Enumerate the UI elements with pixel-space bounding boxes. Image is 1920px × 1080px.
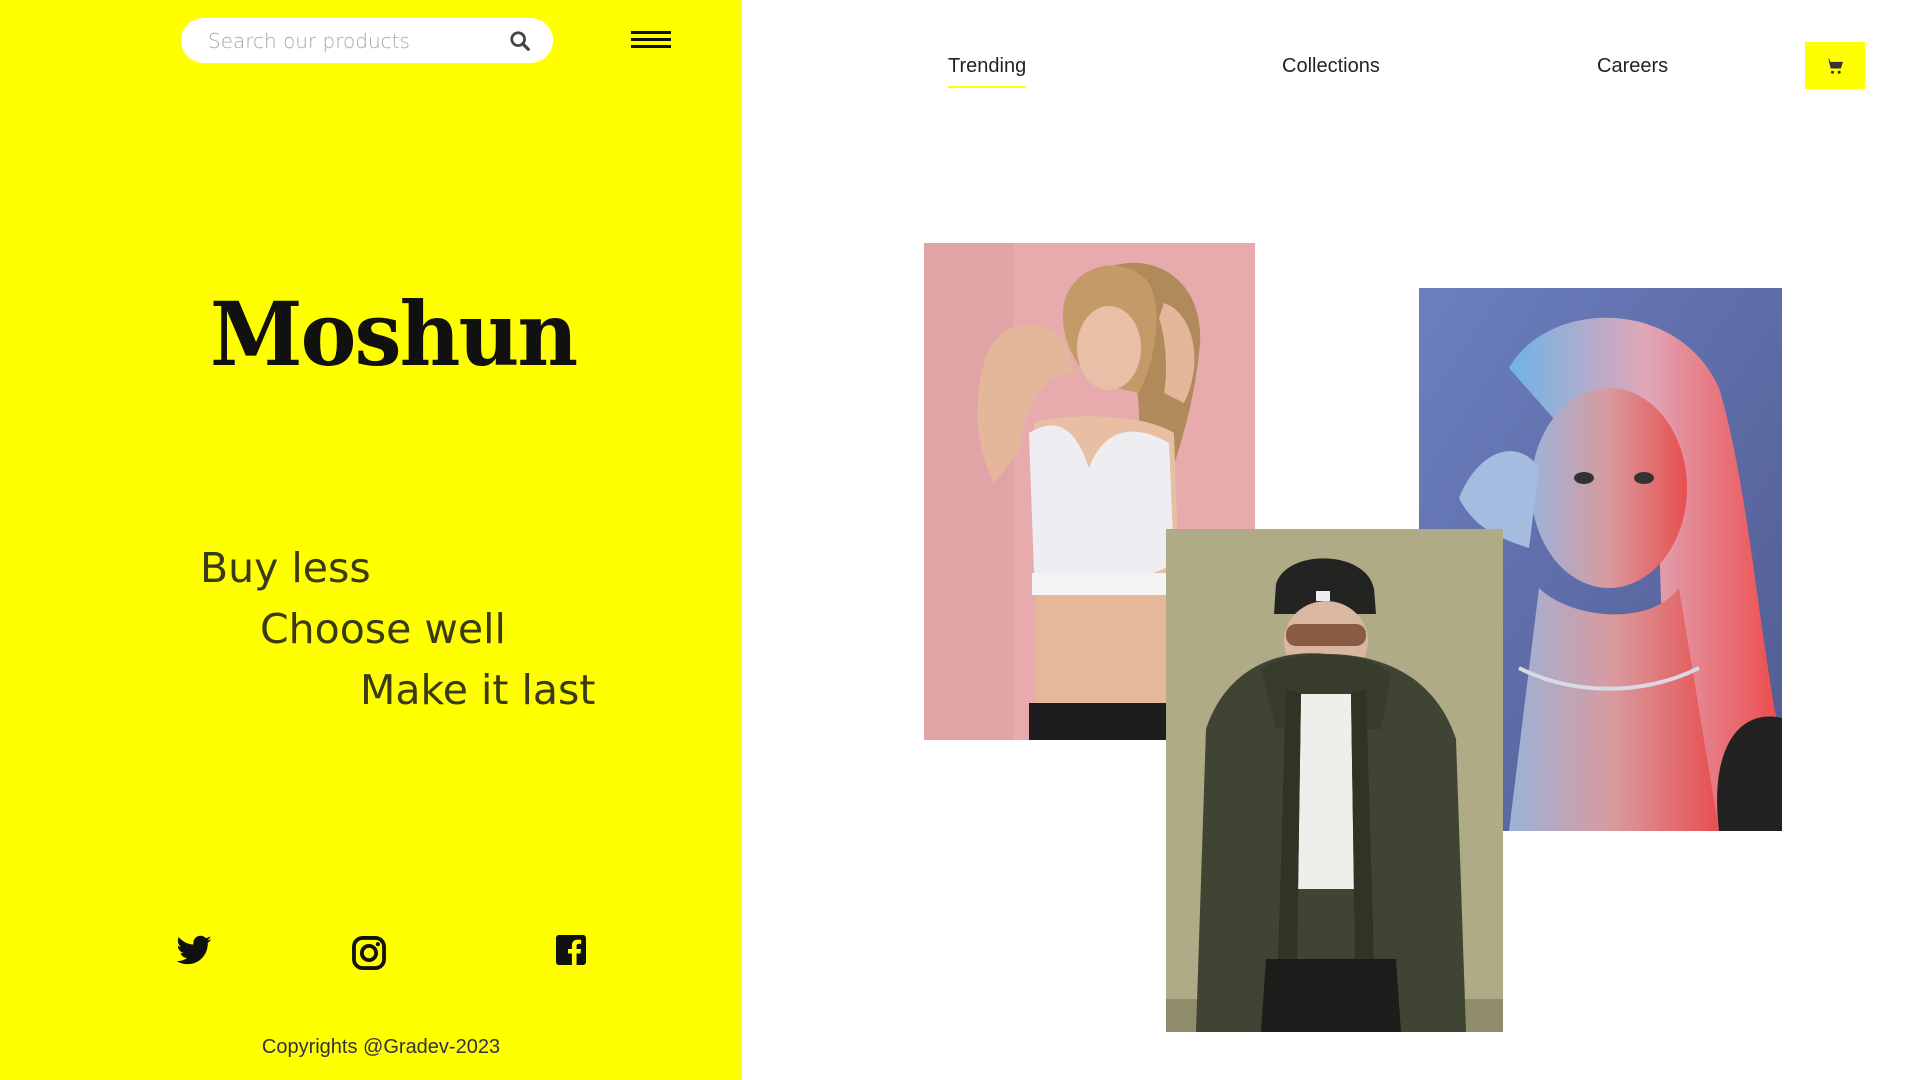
search-bar: [181, 18, 553, 63]
nav-item-collections[interactable]: Collections: [1282, 55, 1380, 78]
tagline-line-1: Buy less: [200, 544, 371, 592]
search-input[interactable]: [208, 18, 508, 63]
search-icon[interactable]: [509, 30, 531, 52]
brand-logo[interactable]: Moshun: [210, 290, 578, 378]
nav-item-trending[interactable]: Trending: [948, 55, 1027, 88]
instagram-icon[interactable]: [350, 934, 390, 974]
facebook-icon[interactable]: [553, 932, 593, 972]
tagline-line-3: Make it last: [360, 666, 596, 714]
hamburger-menu-icon[interactable]: [631, 31, 671, 51]
tagline-line-2: Choose well: [260, 605, 506, 653]
cart-icon: [1825, 58, 1843, 74]
page: Moshun Buy less Choose well Make it last…: [0, 0, 1920, 1080]
nav-item-careers[interactable]: Careers: [1597, 55, 1668, 78]
cart-button[interactable]: [1805, 42, 1865, 89]
gallery-image-3[interactable]: [1166, 529, 1503, 1032]
twitter-icon[interactable]: [175, 932, 215, 972]
left-hero-panel: Moshun Buy less Choose well Make it last…: [0, 0, 742, 1080]
copyright-text: Copyrights @Gradev-2023: [261, 1036, 501, 1058]
